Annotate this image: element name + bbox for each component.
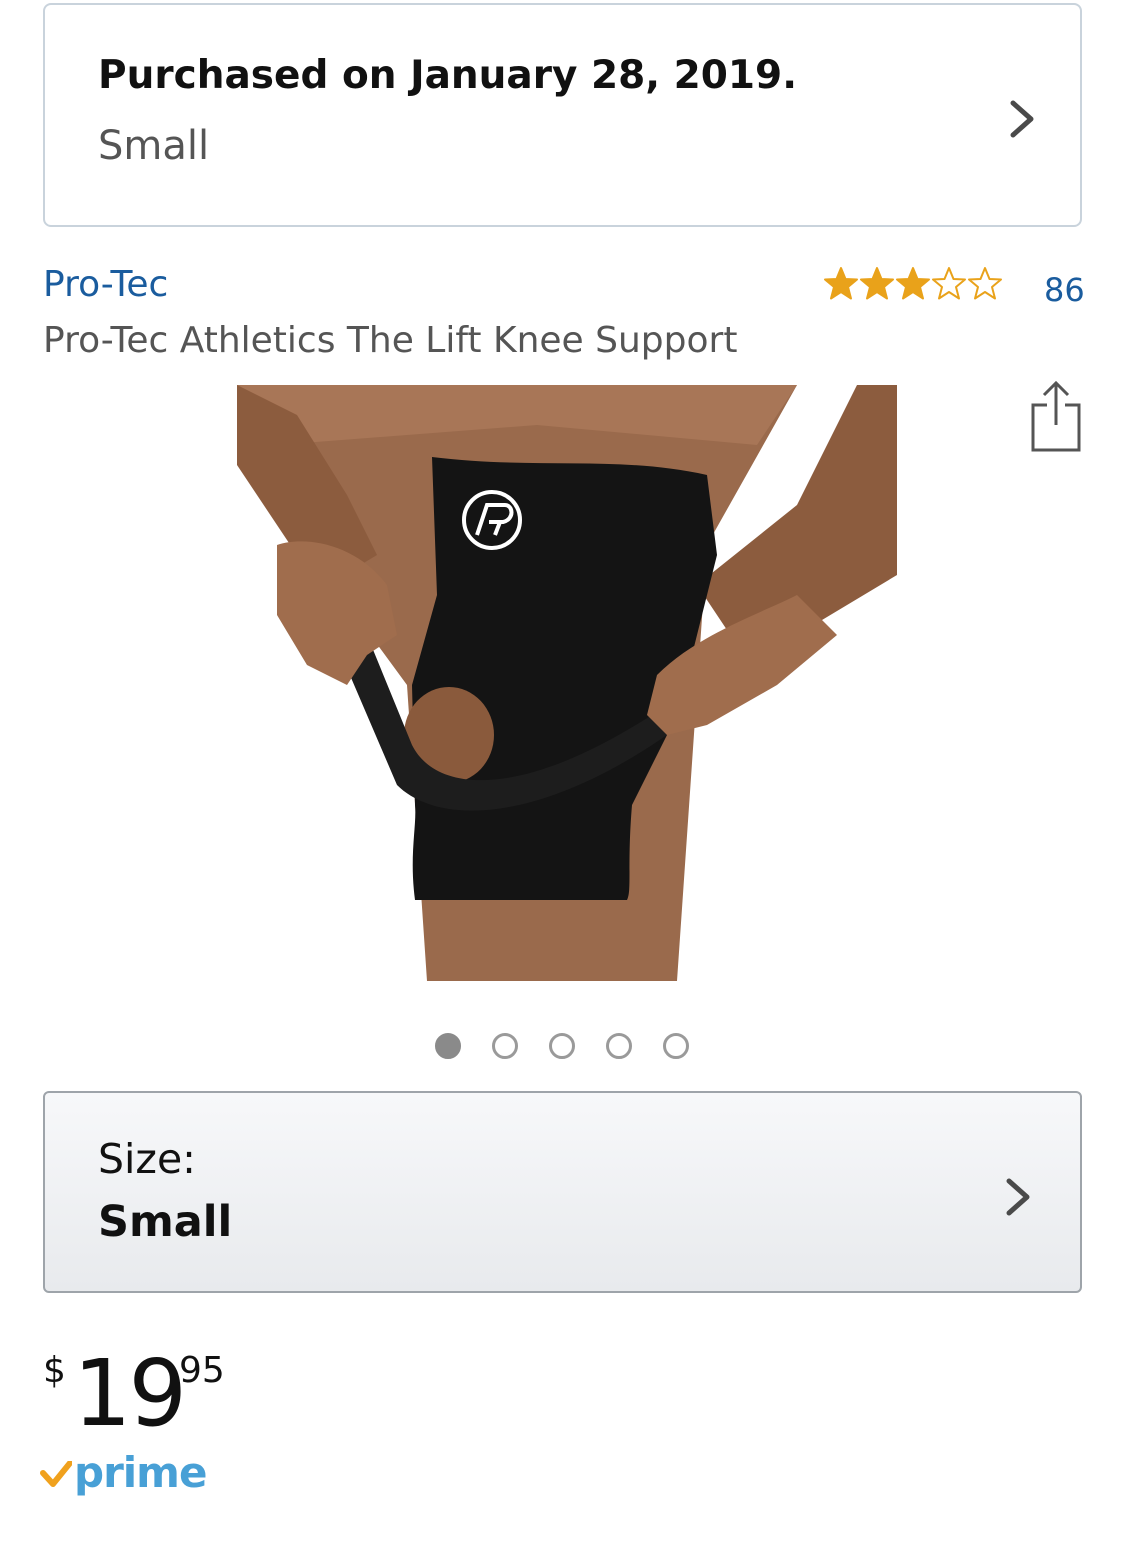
purchase-date-text: Purchased on January 28, 2019.	[98, 53, 798, 98]
size-label: Size:	[98, 1135, 196, 1183]
carousel-dot[interactable]	[549, 1033, 575, 1059]
purchase-history-card[interactable]: Purchased on January 28, 2019. Small	[43, 3, 1082, 227]
chevron-right-icon	[1007, 97, 1037, 141]
price-whole: 19	[73, 1340, 187, 1447]
share-icon[interactable]	[1030, 380, 1082, 457]
star-filled-icon	[859, 266, 895, 302]
prime-label: prime	[74, 1448, 207, 1497]
star-empty-icon	[967, 266, 1003, 302]
carousel-dot[interactable]	[663, 1033, 689, 1059]
carousel-dot[interactable]	[435, 1033, 461, 1059]
carousel-dot[interactable]	[606, 1033, 632, 1059]
size-selector[interactable]: Size: Small	[43, 1091, 1082, 1293]
product-image[interactable]	[237, 385, 897, 981]
star-rating[interactable]	[823, 266, 1003, 302]
star-empty-icon	[931, 266, 967, 302]
rating-count-link[interactable]: 86	[1044, 271, 1085, 309]
price-fraction: 95	[179, 1350, 225, 1391]
size-value: Small	[98, 1197, 233, 1247]
product-title: Pro-Tec Athletics The Lift Knee Support	[43, 320, 738, 361]
purchase-variant-text: Small	[98, 123, 210, 169]
star-filled-icon	[895, 266, 931, 302]
price-currency: $	[43, 1350, 66, 1391]
carousel-dot[interactable]	[492, 1033, 518, 1059]
prime-check-icon	[40, 1460, 73, 1491]
image-carousel-dots[interactable]	[435, 1033, 689, 1059]
brand-link[interactable]: Pro-Tec	[43, 264, 168, 305]
prime-badge: prime	[40, 1448, 207, 1497]
star-filled-icon	[823, 266, 859, 302]
chevron-right-icon	[1003, 1175, 1033, 1219]
